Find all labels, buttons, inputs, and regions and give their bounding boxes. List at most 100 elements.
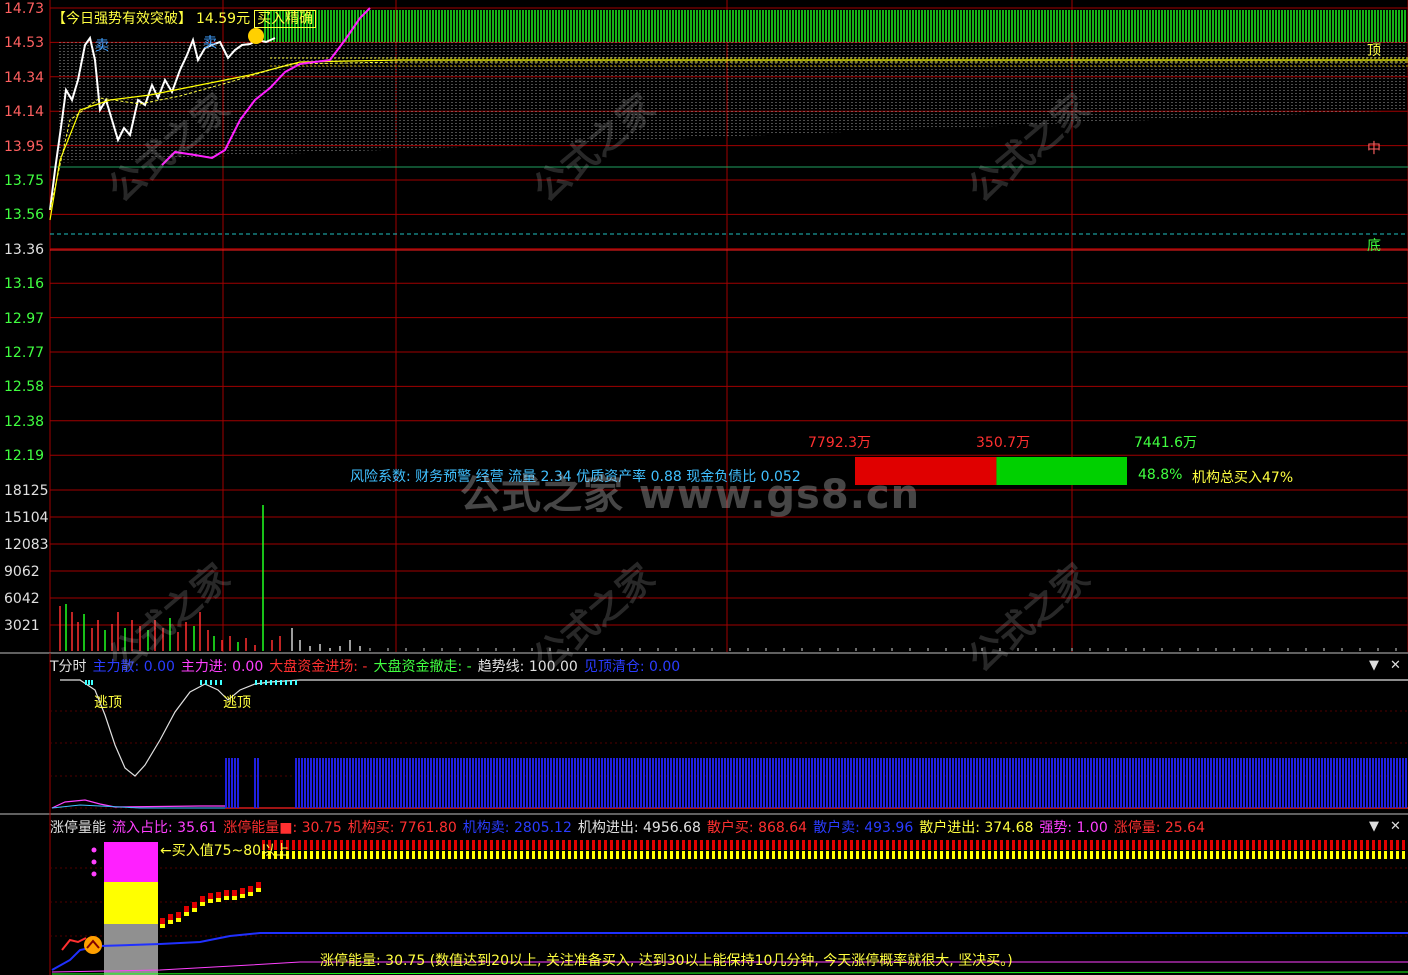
zt-stripe-red bbox=[1018, 840, 1021, 850]
zt-stripe-red bbox=[568, 840, 571, 850]
zt-stripe-red bbox=[1204, 840, 1207, 850]
zt-stripe-red bbox=[1054, 840, 1057, 850]
zt-stripe-yellow bbox=[754, 851, 757, 859]
zt-stripe-red bbox=[532, 840, 535, 850]
t-cyan-mark bbox=[270, 680, 272, 685]
zt-stripe-yellow bbox=[310, 851, 313, 859]
zt-stripe-yellow bbox=[820, 851, 823, 859]
zt-stripe-red bbox=[832, 840, 835, 850]
zt-stripe-red bbox=[1174, 840, 1177, 850]
zt-stripe-yellow bbox=[1180, 851, 1183, 859]
zt-stripe-yellow bbox=[1114, 851, 1117, 859]
price-tick-label: 12.97 bbox=[4, 310, 45, 327]
zt-stripe-yellow bbox=[1054, 851, 1057, 859]
price-tick-label: 13.75 bbox=[4, 173, 45, 189]
zt-stripe-yellow bbox=[292, 851, 295, 859]
fund-pct: 48.8% bbox=[1138, 467, 1183, 483]
zt-stripe-red bbox=[1270, 840, 1273, 850]
zt-stripe-red bbox=[1312, 840, 1315, 850]
zt-stripe-red bbox=[346, 840, 349, 850]
zt-stripe-yellow bbox=[1000, 851, 1003, 859]
zt-stripe-yellow bbox=[1240, 851, 1243, 859]
zt-stripe-yellow bbox=[568, 851, 571, 859]
zt-stripe-yellow bbox=[1150, 851, 1153, 859]
zt-stripe-yellow bbox=[796, 851, 799, 859]
zt-stripe-yellow bbox=[1012, 851, 1015, 859]
zt-stripe-red bbox=[694, 840, 697, 850]
zt-stripe-red bbox=[520, 840, 523, 850]
zt-panel-name: 涨停量能 bbox=[50, 820, 106, 836]
zt-stripe-yellow bbox=[1228, 851, 1231, 859]
zt-stripe-red bbox=[430, 840, 433, 850]
zt-stripe-red bbox=[454, 840, 457, 850]
zt-stripe-yellow bbox=[928, 851, 931, 859]
zt-stripe-yellow bbox=[1090, 851, 1093, 859]
zt-stripe-red bbox=[778, 840, 781, 850]
price-tick-label: 12.38 bbox=[4, 413, 45, 430]
zt-stripe-yellow bbox=[508, 851, 511, 859]
zt-stripe-red bbox=[994, 840, 997, 850]
zt-stripe-red bbox=[550, 840, 553, 850]
zt-stripe-yellow bbox=[1018, 851, 1021, 859]
zt-ladder-red bbox=[216, 892, 221, 898]
zt-stripe-red bbox=[1336, 840, 1339, 850]
volume-tick-label: 15104 bbox=[4, 510, 49, 526]
t-legend-item: 见顶清仓: 0.00 bbox=[583, 659, 681, 675]
zt-stripe-red bbox=[760, 840, 763, 850]
zt-stripe-yellow bbox=[652, 851, 655, 859]
volume-tick-label: 12083 bbox=[4, 537, 49, 553]
zt-stripe-red bbox=[406, 840, 409, 850]
zt-ladder-red bbox=[248, 886, 253, 892]
zt-stripe-yellow bbox=[1024, 851, 1027, 859]
zt-stripe-yellow bbox=[1060, 851, 1063, 859]
zt-stripe-red bbox=[628, 840, 631, 850]
zt-stripe-red bbox=[886, 840, 889, 850]
zt-stripe-yellow bbox=[424, 851, 427, 859]
zt-stripe-yellow bbox=[946, 851, 949, 859]
zt-stripe-red bbox=[1084, 840, 1087, 850]
zt-stripe-red bbox=[1252, 840, 1255, 850]
zt-stripe-red bbox=[652, 840, 655, 850]
zt-stripe-yellow bbox=[934, 851, 937, 859]
zt-panel-dropdown-icon[interactable]: ▼ bbox=[1369, 819, 1379, 834]
zt-stripe-yellow bbox=[952, 851, 955, 859]
zt-stripe-red bbox=[1168, 840, 1171, 850]
zt-stripe-yellow bbox=[862, 851, 865, 859]
t-panel-close-icon[interactable]: ✕ bbox=[1390, 658, 1401, 673]
zt-stripe-red bbox=[556, 840, 559, 850]
price-tick-label: 13.56 bbox=[4, 207, 45, 224]
zt-ladder-yellow bbox=[184, 912, 189, 916]
zt-ladder-yellow bbox=[160, 924, 165, 928]
zt-stripe-yellow bbox=[826, 851, 829, 859]
t-legend-item: 主力散: 0.00 bbox=[92, 659, 175, 675]
zt-stripe-red bbox=[1294, 840, 1297, 850]
t-cyan-mark bbox=[265, 680, 267, 685]
zt-stripe-red bbox=[802, 840, 805, 850]
zt-panel-items: 流入占比: 35.61 涨停能量■: 30.75 机构买: 7761.80 机构卖: … bbox=[112, 820, 1211, 836]
zt-stripe-yellow bbox=[628, 851, 631, 859]
zt-stripe-yellow bbox=[610, 851, 613, 859]
zt-stripe-yellow bbox=[664, 851, 667, 859]
zt-stripe-red bbox=[634, 840, 637, 850]
zt-stripe-red bbox=[700, 840, 703, 850]
zt-stripe-yellow bbox=[616, 851, 619, 859]
zt-stripe-red bbox=[1024, 840, 1027, 850]
t-cyan-mark bbox=[275, 680, 277, 685]
price-tick-label: 14.73 bbox=[4, 1, 45, 17]
zt-stripe-red bbox=[526, 840, 529, 850]
zt-stripe-yellow bbox=[622, 851, 625, 859]
zt-stripe-red bbox=[328, 840, 331, 850]
zt-stripe-red bbox=[436, 840, 439, 850]
t-panel-dropdown-icon[interactable]: ▼ bbox=[1369, 658, 1379, 673]
zt-stripe-yellow bbox=[1222, 851, 1225, 859]
zt-stripe-yellow bbox=[376, 851, 379, 859]
zt-stripe-yellow bbox=[334, 851, 337, 859]
zt-dot bbox=[91, 871, 97, 877]
zt-stripe-yellow bbox=[676, 851, 679, 859]
fund-red-bar bbox=[855, 457, 997, 485]
price-tick-label: 13.95 bbox=[4, 138, 45, 155]
zt-stripe-yellow bbox=[898, 851, 901, 859]
zt-panel-close-icon[interactable]: ✕ bbox=[1390, 819, 1401, 834]
main-header: 【今日强势有效突破】 14.59元 买入精确 bbox=[52, 8, 320, 28]
zt-stripe-yellow bbox=[1354, 851, 1357, 859]
